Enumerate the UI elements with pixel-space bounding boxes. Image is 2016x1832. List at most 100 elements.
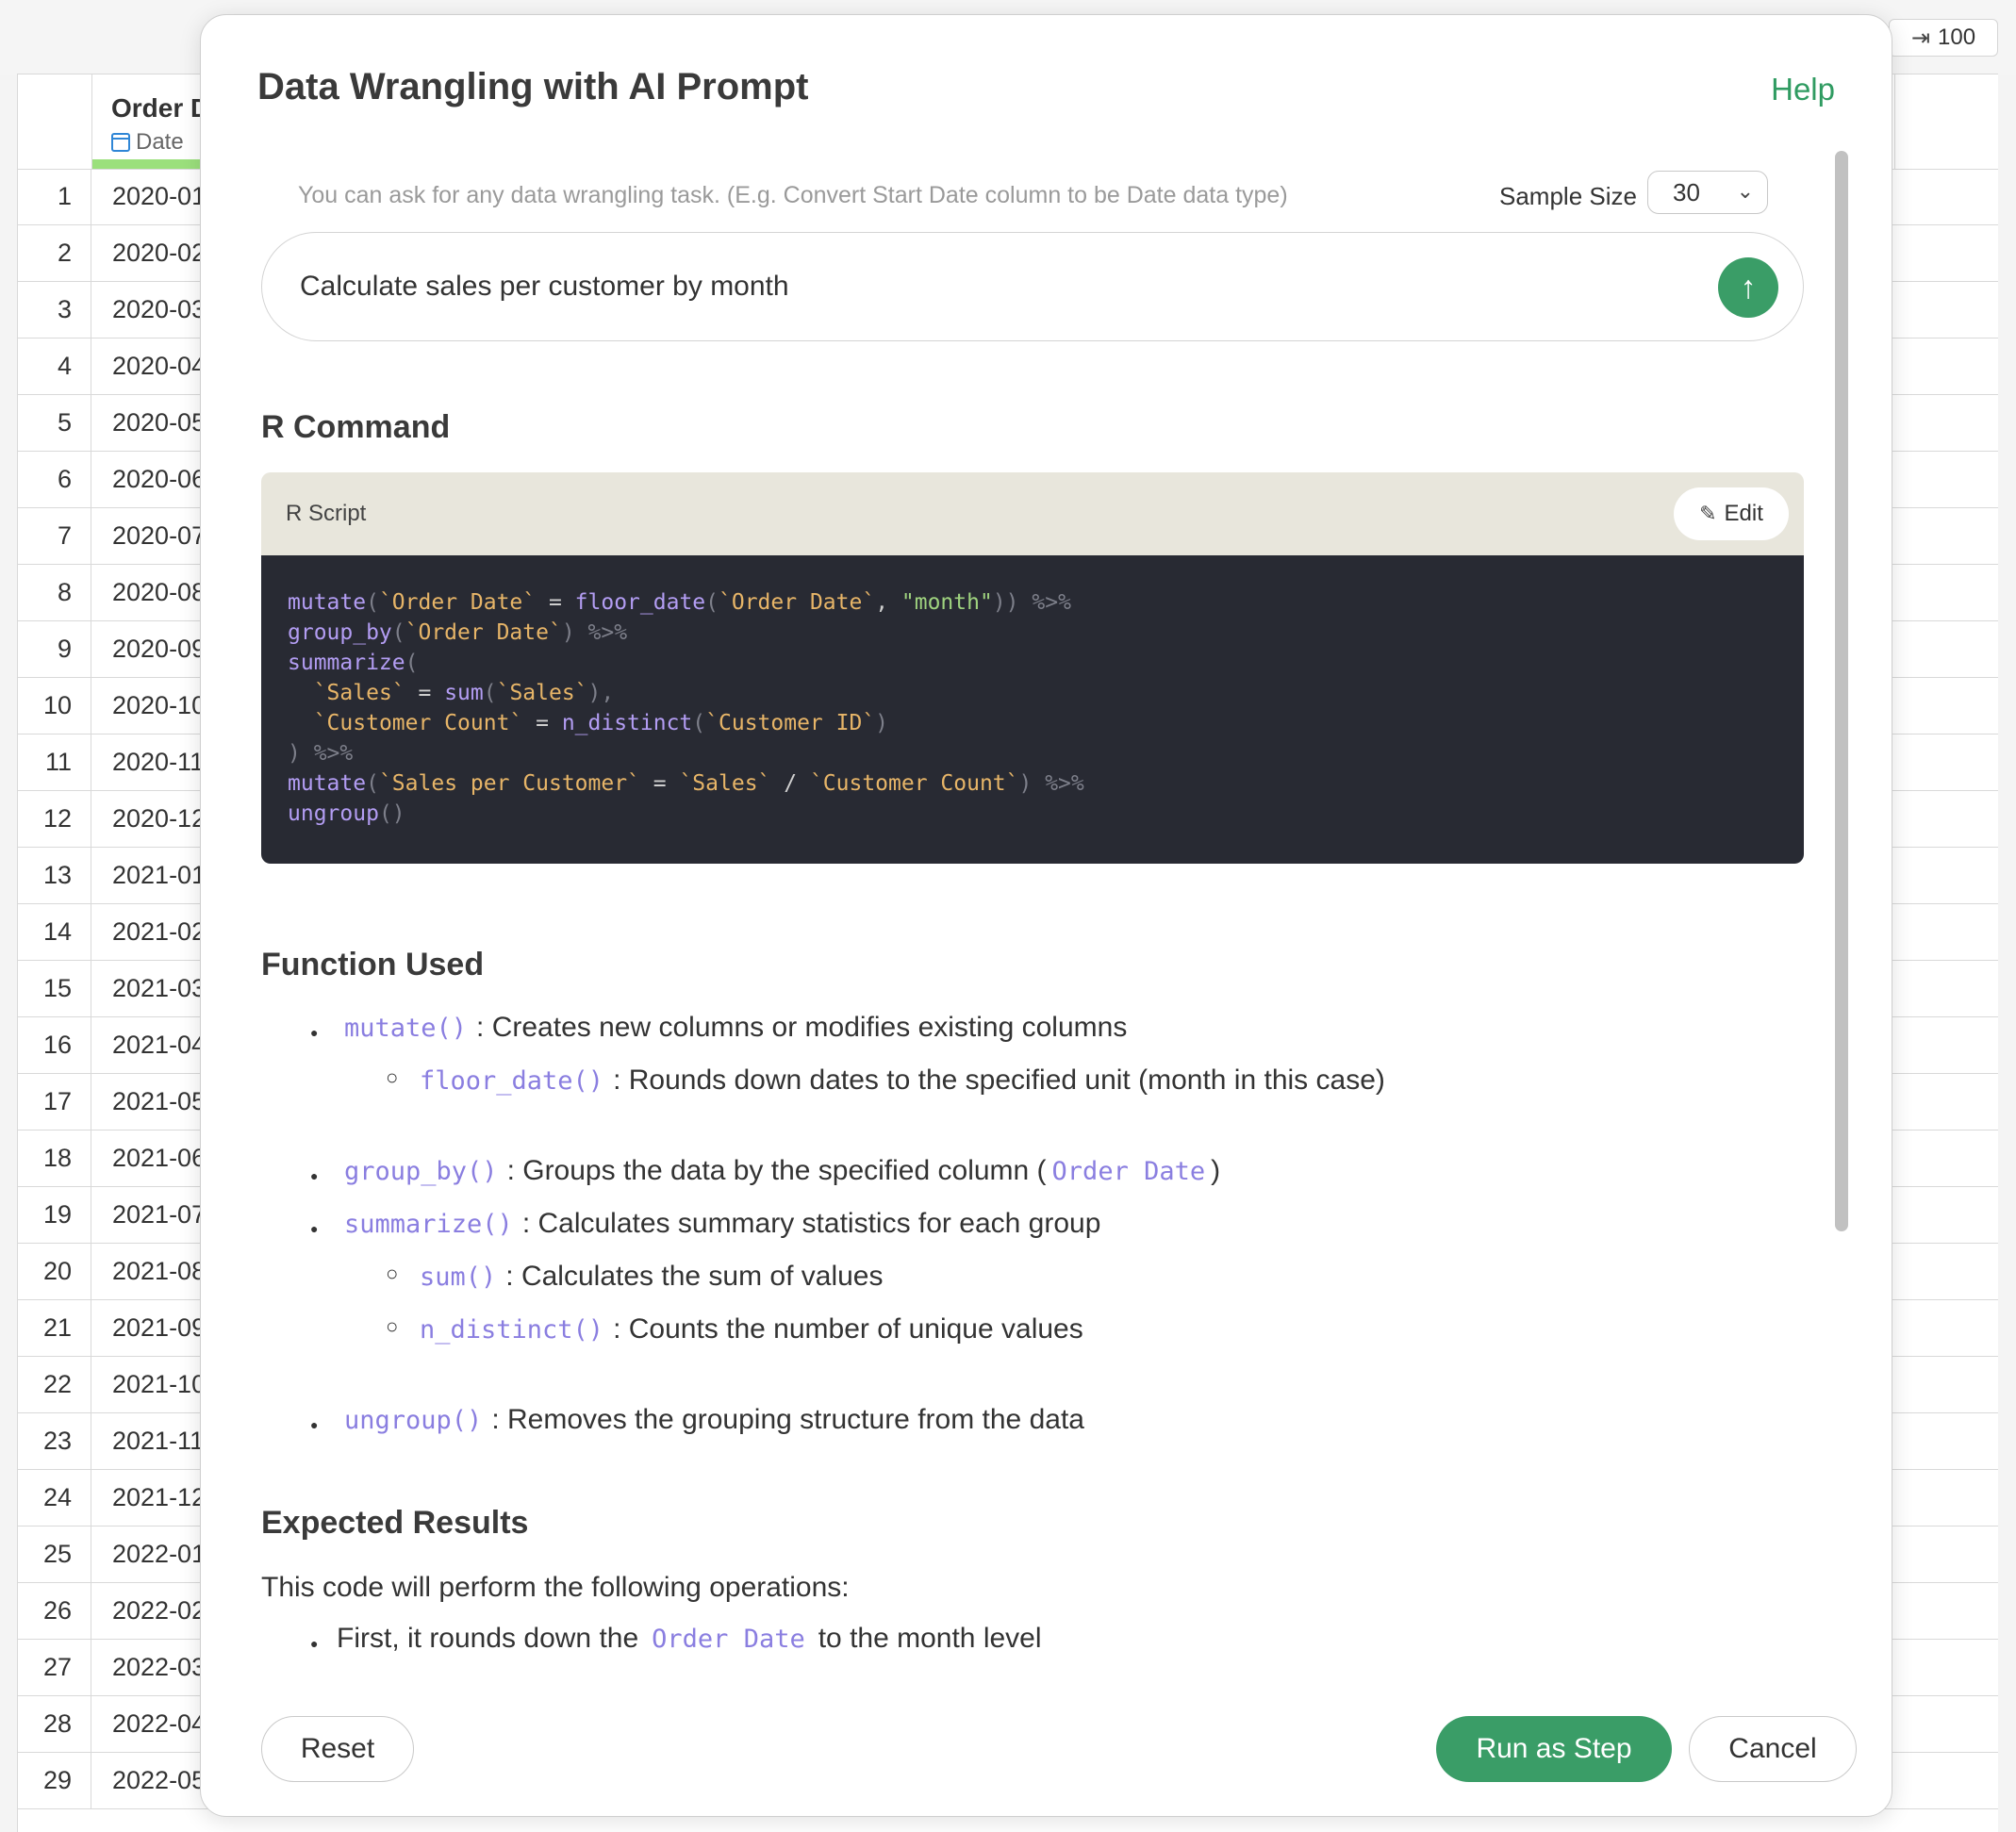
cell-order-date[interactable]: 2022-05	[112, 1753, 206, 1808]
cell-order-date[interactable]: 2020-06	[112, 452, 206, 507]
ai-prompt-dialog: Data Wrangling with AI Prompt Help You c…	[200, 14, 1892, 1817]
bullet	[310, 1164, 318, 1193]
cell-order-date[interactable]: 2021-11	[112, 1413, 204, 1469]
help-link[interactable]: Help	[1771, 72, 1835, 107]
bullet	[310, 1020, 318, 1049]
row-index: 18	[18, 1131, 91, 1186]
cell-order-date[interactable]: 2021-06	[112, 1131, 206, 1186]
function-code: group_by()	[344, 1157, 498, 1186]
function-code: sum()	[420, 1263, 497, 1292]
cell-order-date[interactable]: 2021-04	[112, 1017, 206, 1073]
cell-order-date[interactable]: 2021-09	[112, 1300, 206, 1356]
cancel-button[interactable]: Cancel	[1689, 1716, 1857, 1782]
function-desc: : Calculates summary statistics for each…	[521, 1208, 1101, 1239]
bullet	[310, 1631, 318, 1660]
sample-size-select[interactable]: 30 ⌄	[1647, 171, 1768, 214]
function-used-title: Function Used	[261, 947, 485, 982]
prompt-hint: You can ask for any data wrangling task.…	[298, 182, 1288, 208]
code-line: mutate(`Sales per Customer` = `Sales` / …	[288, 771, 1084, 796]
edit-icon: ✎	[1699, 502, 1717, 525]
row-index: 6	[18, 452, 91, 507]
cell-order-date[interactable]: 2020-11	[112, 734, 204, 790]
sample-size-value: 30	[1673, 177, 1700, 206]
cell-order-date[interactable]: 2020-08	[112, 565, 206, 620]
cell-order-date[interactable]: 2021-01	[112, 848, 206, 903]
prompt-input[interactable]: Calculate sales per customer by month ↑	[261, 232, 1804, 341]
expected-text: First, it rounds down the	[337, 1623, 639, 1654]
function-code: mutate()	[344, 1014, 468, 1043]
row-index: 20	[18, 1244, 91, 1299]
expected-intro: This code will perform the following ope…	[261, 1572, 850, 1603]
run-as-step-button[interactable]: Run as Step	[1436, 1716, 1672, 1782]
cell-order-date[interactable]: 2020-01	[112, 169, 206, 224]
cell-order-date[interactable]: 2022-03	[112, 1640, 206, 1695]
row-index: 29	[18, 1753, 91, 1808]
row-index: 7	[18, 508, 91, 564]
row-index-header	[18, 74, 92, 169]
function-code: n_distinct()	[420, 1315, 604, 1345]
edit-label: Edit	[1724, 501, 1763, 526]
r-script-card: R Script ✎ Edit mutate(`Order Date` = fl…	[261, 472, 1804, 864]
row-index: 9	[18, 621, 91, 677]
cell-order-date[interactable]: 2020-04	[112, 338, 206, 394]
cell-order-date[interactable]: 2020-05	[112, 395, 206, 451]
edit-button[interactable]: ✎ Edit	[1674, 487, 1789, 540]
bullet	[386, 1314, 398, 1344]
row-index: 19	[18, 1187, 91, 1243]
function-desc: )	[1211, 1155, 1221, 1186]
cell-order-date[interactable]: 2020-07	[112, 508, 206, 564]
bullet	[310, 1412, 318, 1442]
function-arg: Order Date	[1051, 1157, 1206, 1186]
bullet	[386, 1262, 398, 1291]
cell-order-date[interactable]: 2021-08	[112, 1244, 206, 1299]
cell-order-date[interactable]: 2021-12	[112, 1470, 206, 1526]
bullet	[386, 1065, 398, 1095]
scrollbar-thumb[interactable]	[1835, 151, 1848, 1231]
row-limit-button[interactable]: ⇥ 100	[1889, 19, 1998, 57]
cell-order-date[interactable]: 2020-09	[112, 621, 206, 677]
calendar-icon	[111, 133, 130, 152]
row-index: 16	[18, 1017, 91, 1073]
cell-order-date[interactable]: 2022-02	[112, 1583, 206, 1639]
list-item-sum: sum() : Calculates the sum of values	[420, 1261, 883, 1293]
r-script-code: mutate(`Order Date` = floor_date(`Order …	[261, 555, 1804, 864]
column-type-label: Date	[136, 129, 184, 155]
row-index: 4	[18, 338, 91, 394]
cell-order-date[interactable]: 2021-07	[112, 1187, 206, 1243]
code-line: ) %>%	[288, 741, 354, 766]
row-index: 21	[18, 1300, 91, 1356]
cell-order-date[interactable]: 2022-01	[112, 1527, 206, 1582]
cell-order-date[interactable]: 2022-04	[112, 1696, 206, 1752]
cell-order-date[interactable]: 2021-10	[112, 1357, 206, 1412]
send-button[interactable]: ↑	[1718, 257, 1778, 318]
reset-button[interactable]: Reset	[261, 1716, 414, 1782]
dialog-body: You can ask for any data wrangling task.…	[201, 138, 1892, 1677]
expected-item: First, it rounds down the Order Date to …	[337, 1623, 1042, 1655]
cell-order-date[interactable]: 2021-03	[112, 961, 206, 1016]
sample-size-label: Sample Size	[1499, 182, 1637, 210]
cell-order-date[interactable]: 2021-02	[112, 904, 206, 960]
cell-order-date[interactable]: 2020-12	[112, 791, 206, 847]
row-index: 17	[18, 1074, 91, 1130]
r-script-label: R Script	[286, 501, 367, 526]
chevron-down-icon: ⌄	[1736, 179, 1754, 203]
code-line: `Customer Count` = n_distinct(`Customer …	[313, 711, 889, 735]
cell-order-date[interactable]: 2020-03	[112, 282, 206, 338]
column-name: Order D	[111, 93, 210, 123]
cell-order-date[interactable]: 2020-02	[112, 225, 206, 281]
cell-order-date[interactable]: 2021-05	[112, 1074, 206, 1130]
list-item-ungroup: ungroup() : Removes the grouping structu…	[344, 1404, 1084, 1436]
function-desc: : Removes the grouping structure from th…	[491, 1404, 1084, 1435]
list-item-summarize: summarize() : Calculates summary statist…	[344, 1208, 1100, 1240]
row-index: 2	[18, 225, 91, 281]
row-index: 22	[18, 1357, 91, 1412]
cell-order-date[interactable]: 2020-10	[112, 678, 206, 734]
function-desc: : Calculates the sum of values	[505, 1261, 884, 1292]
row-index: 25	[18, 1527, 91, 1582]
list-item-group-by: group_by() : Groups the data by the spec…	[344, 1155, 1220, 1187]
row-index: 5	[18, 395, 91, 451]
dialog-title: Data Wrangling with AI Prompt	[257, 66, 809, 107]
function-desc: : Groups the data by the specified colum…	[506, 1155, 1047, 1186]
row-index: 13	[18, 848, 91, 903]
row-index: 27	[18, 1640, 91, 1695]
